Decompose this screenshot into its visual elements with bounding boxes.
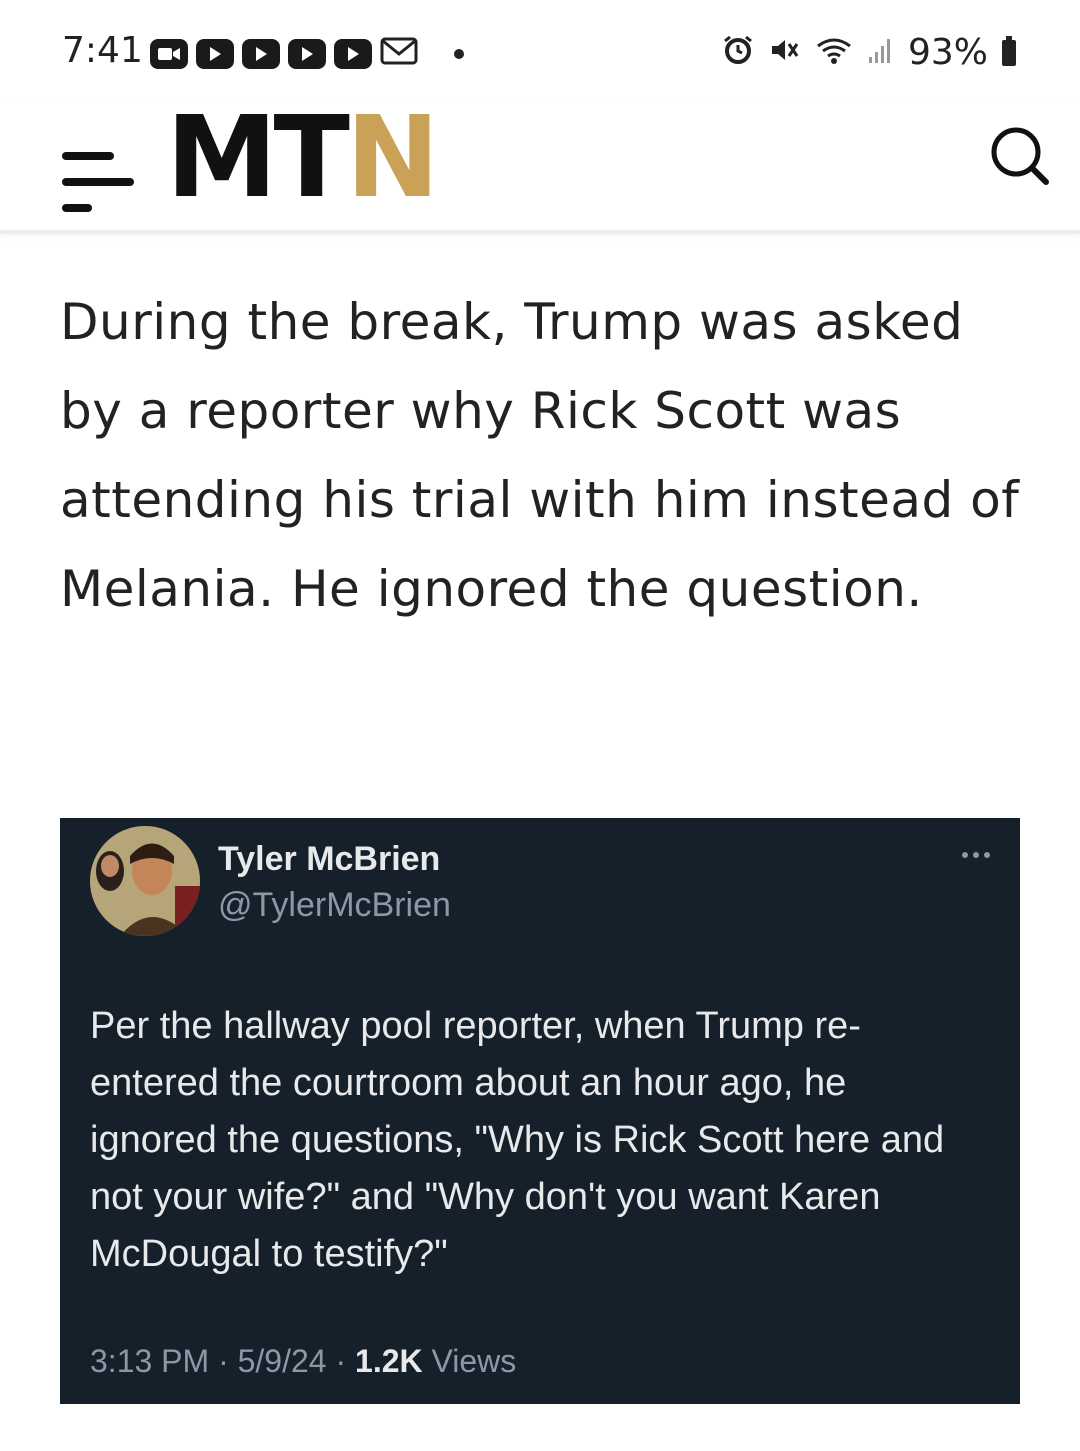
alarm-icon bbox=[722, 34, 754, 71]
logo-text-n: N bbox=[345, 93, 440, 223]
more-options-button[interactable] bbox=[962, 852, 990, 858]
youtube-icon bbox=[334, 38, 372, 69]
status-time: 7:41 bbox=[62, 30, 143, 71]
youtube-icon bbox=[196, 38, 234, 69]
wifi-icon bbox=[814, 34, 854, 71]
site-logo[interactable]: MTN bbox=[166, 102, 440, 214]
logo-text-mt: MT bbox=[166, 93, 350, 223]
tweet-date[interactable]: 5/9/24 bbox=[238, 1343, 327, 1379]
article-paragraph: During the break, Trump was asked by a r… bbox=[60, 293, 1020, 618]
notification-icons bbox=[150, 36, 464, 71]
mute-icon bbox=[768, 34, 800, 71]
meta-separator: · bbox=[335, 1343, 347, 1379]
search-button[interactable] bbox=[988, 124, 1052, 188]
more-dots-icon bbox=[962, 852, 968, 858]
search-icon bbox=[988, 127, 1052, 192]
system-icons: 93% bbox=[722, 32, 1016, 73]
signal-icon bbox=[868, 35, 894, 70]
battery-percent: 93% bbox=[907, 32, 988, 73]
youtube-icon bbox=[242, 38, 280, 69]
author-name[interactable]: Tyler McBrien bbox=[218, 840, 440, 879]
status-bar: 7:41 93% bbox=[0, 0, 1080, 100]
embedded-tweet[interactable]: Tyler McBrien @TylerMcBrien Per the hall… bbox=[60, 818, 1020, 1404]
video-call-icon bbox=[150, 38, 188, 69]
tweet-metadata: 3:13 PM · 5/9/24 · 1.2K Views bbox=[90, 1343, 516, 1380]
youtube-icon bbox=[288, 38, 326, 69]
more-notifications-dot bbox=[454, 48, 464, 59]
battery-icon bbox=[1002, 35, 1016, 66]
tweet-text: Per the hallway pool reporter, when Trum… bbox=[90, 1005, 945, 1275]
views-count: 1.2K bbox=[355, 1343, 423, 1379]
meta-separator: · bbox=[218, 1343, 229, 1379]
author-handle[interactable]: @TylerMcBrien bbox=[218, 886, 451, 925]
gmail-icon bbox=[380, 36, 418, 71]
author-avatar[interactable] bbox=[90, 826, 200, 936]
views-label: Views bbox=[431, 1343, 517, 1379]
site-header: MTN bbox=[0, 100, 1080, 234]
tweet-time[interactable]: 3:13 PM bbox=[90, 1343, 209, 1379]
menu-button[interactable] bbox=[60, 126, 134, 212]
